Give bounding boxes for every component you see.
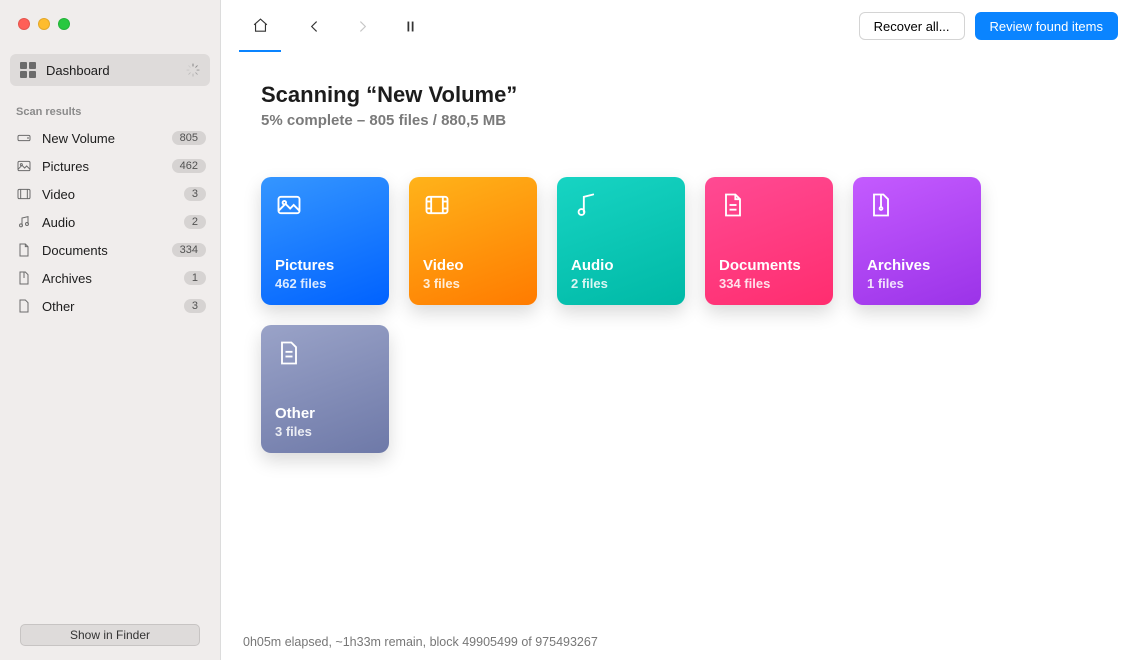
sidebar: Dashboard Scan results New Volume 805 Pi… [0,0,221,660]
spinner-icon [186,63,200,77]
sidebar-item-label: Documents [42,243,108,258]
count-badge: 2 [184,215,206,229]
page-title: Scanning “New Volume” [261,82,1092,108]
card-count: 334 files [719,276,819,291]
sidebar-item-label: Archives [42,271,92,286]
card-documents[interactable]: Documents 334 files [705,177,833,305]
card-count: 3 files [275,424,375,439]
content-area: Scanning “New Volume” 5% complete – 805 … [221,52,1132,624]
video-icon [16,186,32,202]
close-icon[interactable] [18,18,30,30]
video-icon [423,191,451,219]
card-label: Other [275,405,375,422]
card-video[interactable]: Video 3 files [409,177,537,305]
sidebar-item-label: New Volume [42,131,115,146]
archive-icon [16,270,32,286]
sidebar-item-new-volume[interactable]: New Volume 805 [0,124,220,152]
status-bar: 0h05m elapsed, ~1h33m remain, block 4990… [221,624,1132,660]
count-badge: 3 [184,187,206,201]
other-icon [275,339,303,367]
card-count: 1 files [867,276,967,291]
category-cards: Pictures 462 files Video 3 files Audio 2… [261,177,1092,453]
card-label: Pictures [275,257,375,274]
card-audio[interactable]: Audio 2 files [557,177,685,305]
dashboard-icon [20,62,36,78]
card-archives[interactable]: Archives 1 files [853,177,981,305]
page-subtitle: 5% complete – 805 files / 880,5 MB [261,112,1092,129]
recover-all-button[interactable]: Recover all... [859,12,965,40]
count-badge: 805 [172,131,206,145]
nav-back-button[interactable] [299,11,329,41]
document-icon [719,191,747,219]
card-label: Documents [719,257,819,274]
show-in-finder-button[interactable]: Show in Finder [20,624,200,646]
sidebar-section-title: Scan results [0,96,220,124]
count-badge: 334 [172,243,206,257]
sidebar-item-other[interactable]: Other 3 [0,292,220,320]
sidebar-item-archives[interactable]: Archives 1 [0,264,220,292]
card-pictures[interactable]: Pictures 462 files [261,177,389,305]
sidebar-item-pictures[interactable]: Pictures 462 [0,152,220,180]
picture-icon [275,191,303,219]
sidebar-item-dashboard[interactable]: Dashboard [10,54,210,86]
window-controls [0,0,220,48]
sidebar-item-label: Audio [42,215,75,230]
card-label: Video [423,257,523,274]
count-badge: 462 [172,159,206,173]
disk-icon [16,130,32,146]
sidebar-item-documents[interactable]: Documents 334 [0,236,220,264]
audio-icon [16,214,32,230]
sidebar-item-audio[interactable]: Audio 2 [0,208,220,236]
card-count: 462 files [275,276,375,291]
main-panel: Recover all... Review found items Scanni… [221,0,1132,660]
tab-home[interactable] [239,0,281,52]
card-label: Archives [867,257,967,274]
home-icon [252,17,269,34]
audio-icon [571,191,599,219]
count-badge: 3 [184,299,206,313]
archive-icon [867,191,895,219]
sidebar-item-label: Other [42,299,75,314]
document-icon [16,242,32,258]
review-found-items-button[interactable]: Review found items [975,12,1118,40]
maximize-icon[interactable] [58,18,70,30]
sidebar-item-video[interactable]: Video 3 [0,180,220,208]
card-count: 2 files [571,276,671,291]
toolbar: Recover all... Review found items [221,0,1132,52]
card-count: 3 files [423,276,523,291]
picture-icon [16,158,32,174]
status-text: 0h05m elapsed, ~1h33m remain, block 4990… [243,635,598,649]
nav-forward-button [347,11,377,41]
pause-button[interactable] [395,11,425,41]
minimize-icon[interactable] [38,18,50,30]
dashboard-label: Dashboard [46,63,110,78]
card-other[interactable]: Other 3 files [261,325,389,453]
count-badge: 1 [184,271,206,285]
sidebar-item-label: Video [42,187,75,202]
sidebar-item-label: Pictures [42,159,89,174]
card-label: Audio [571,257,671,274]
other-icon [16,298,32,314]
